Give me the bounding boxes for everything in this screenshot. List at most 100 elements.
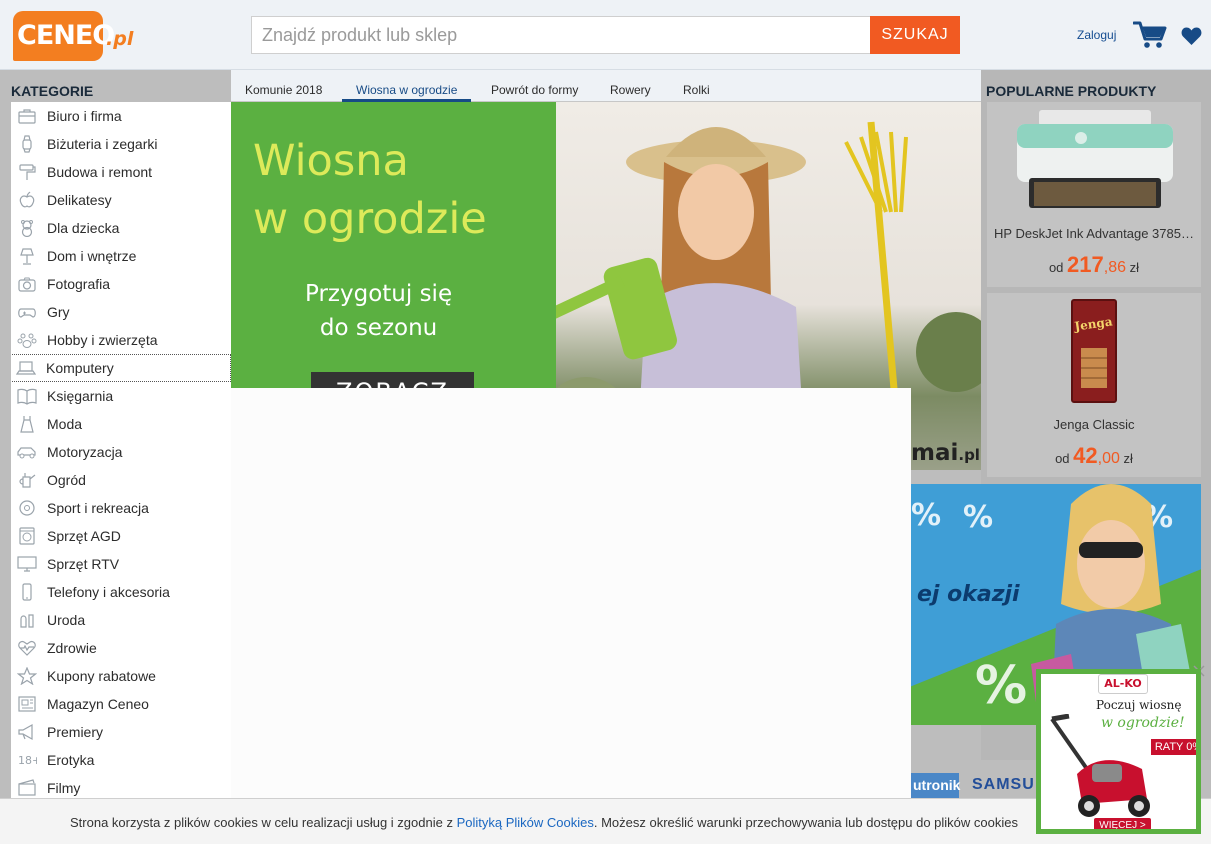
category-label: Moda	[47, 416, 83, 432]
heart-icon[interactable]	[1181, 26, 1202, 46]
alko-logo: AL-KO	[1098, 674, 1148, 694]
tab-komunie-2018[interactable]: Komunie 2018	[245, 83, 322, 102]
category-item-sport-i-rekreacja[interactable]: Sport i rekreacja	[11, 494, 231, 522]
category-label: Erotyka	[47, 752, 95, 768]
promo-text: ej okazji	[917, 582, 1020, 607]
category-item-biuro-i-firma[interactable]: Biuro i firma	[11, 102, 231, 130]
category-label: Biuro i firma	[47, 108, 122, 124]
brand-logo[interactable]: SAMSU	[972, 776, 1035, 794]
category-item-budowa-i-remont[interactable]: Budowa i remont	[11, 158, 231, 186]
briefcase-icon	[12, 107, 47, 125]
product-price: od 42,00 zł	[987, 443, 1201, 469]
tab-rowery[interactable]: Rowery	[610, 83, 651, 102]
percent-mark: %	[911, 498, 942, 533]
alko-headline: Poczuj wiosnę	[1096, 698, 1182, 712]
category-item-moda[interactable]: Moda	[11, 410, 231, 438]
watering-can-icon	[12, 471, 47, 489]
price-currency: zł	[1129, 260, 1140, 275]
category-item-magazyn-ceneo[interactable]: Magazyn Ceneo	[11, 690, 231, 718]
hero-brand: mai	[911, 440, 959, 466]
cookie-bar: Strona korzysta z plików cookies w celu …	[0, 798, 1211, 844]
price-integer: 217	[1067, 252, 1104, 277]
brand-logo[interactable]: utronik	[911, 773, 960, 798]
washing-machine-icon	[12, 527, 47, 545]
category-label: Hobby i zwierzęta	[47, 332, 158, 348]
category-label: Motoryzacja	[47, 444, 123, 460]
book-icon	[12, 387, 47, 405]
hero-headline: Wiosna w ogrodzie	[253, 132, 487, 248]
hero-subline: Przygotuj się do sezonu	[305, 277, 452, 345]
adult-18-icon: 18+	[12, 751, 47, 769]
category-label: Fotografia	[47, 276, 111, 292]
cookie-policy-link[interactable]: Polityką Plików Cookies	[457, 815, 594, 830]
category-item-sprzet-rtv[interactable]: Sprzęt RTV	[11, 550, 231, 578]
login-link[interactable]: Zaloguj	[1077, 28, 1116, 42]
tv-icon	[12, 555, 47, 573]
ball-icon	[12, 499, 47, 517]
category-label: Gry	[47, 304, 70, 320]
product-name[interactable]: HP DeskJet Ink Advantage 3785…	[992, 226, 1196, 241]
category-item-komputery[interactable]: Komputery	[11, 354, 231, 382]
category-item-erotyka[interactable]: 18+ Erotyka	[11, 746, 231, 774]
promo-tabs: Komunie 2018 Wiosna w ogrodzie Powrót do…	[231, 70, 981, 102]
category-item-sprzet-agd[interactable]: Sprzęt AGD	[11, 522, 231, 550]
hero-sub-2: do sezonu	[319, 315, 438, 341]
category-item-kupony-rabatowe[interactable]: Kupony rabatowe	[11, 662, 231, 690]
percent-mark: %	[975, 656, 1028, 716]
category-item-gry[interactable]: Gry	[11, 298, 231, 326]
category-label: Dom i wnętrze	[47, 248, 137, 264]
hero-sub-1: Przygotuj się	[305, 281, 453, 307]
category-item-ogrod[interactable]: Ogród	[11, 466, 231, 494]
category-item-hobby-i-zwierzeta[interactable]: Hobby i zwierzęta	[11, 326, 231, 354]
price-currency: zł	[1123, 451, 1133, 466]
category-label: Ogród	[47, 472, 86, 488]
alko-ad[interactable]: AL-KO Poczuj wiosnę w ogrodzie! RATY 0% …	[1036, 669, 1201, 834]
category-label: Zdrowie	[47, 640, 97, 656]
hero-headline-1: Wiosna	[253, 136, 409, 186]
cookie-text: Strona korzysta z plików cookies w celu …	[70, 815, 1018, 830]
category-item-telefony-i-akcesoria[interactable]: Telefony i akcesoria	[11, 578, 231, 606]
category-item-zdrowie[interactable]: Zdrowie	[11, 634, 231, 662]
alko-more-button[interactable]: WIĘCEJ >	[1094, 818, 1151, 829]
dress-icon	[12, 415, 47, 433]
search-input[interactable]	[251, 16, 871, 54]
logo-text: CENEO	[17, 20, 115, 51]
price-integer: 42	[1073, 443, 1098, 468]
printer-image	[1017, 110, 1173, 208]
category-item-bizuteria-i-zegarki[interactable]: Biżuteria i zegarki	[11, 130, 231, 158]
categories-title: KATEGORIE	[11, 83, 94, 99]
newspaper-icon	[12, 695, 47, 713]
category-label: Dla dziecka	[47, 220, 120, 236]
category-item-premiery[interactable]: Premiery	[11, 718, 231, 746]
search-button[interactable]: SZUKAJ	[870, 16, 960, 54]
ceneo-logo[interactable]: CENEO .pl	[13, 11, 133, 63]
category-item-motoryzacja[interactable]: Motoryzacja	[11, 438, 231, 466]
category-label: Delikatesy	[47, 192, 112, 208]
category-item-fotografia[interactable]: Fotografia	[11, 270, 231, 298]
category-item-ksiegarnia[interactable]: Księgarnia	[11, 382, 231, 410]
header: CENEO .pl SZUKAJ Zaloguj	[0, 0, 1211, 70]
categories-panel: KATEGORIE Biuro i firma Biżuteria i zegar…	[0, 70, 231, 798]
category-label: Premiery	[47, 724, 104, 740]
category-item-dom-i-wnetrze[interactable]: Dom i wnętrze	[11, 242, 231, 270]
gamepad-icon	[12, 303, 47, 321]
tab-powrot-do-formy[interactable]: Powrót do formy	[491, 83, 578, 102]
cart-icon[interactable]	[1133, 20, 1167, 50]
product-card-hp-deskjet[interactable]: HP DeskJet Ink Advantage 3785… od 217,86…	[987, 102, 1201, 287]
logo-suffix: .pl	[106, 28, 134, 50]
product-name[interactable]: Jenga Classic	[992, 417, 1196, 432]
blank-overlay-panel	[231, 388, 911, 798]
camera-icon	[12, 275, 47, 293]
percent-mark: %	[963, 500, 994, 535]
heartbeat-icon	[12, 639, 47, 657]
tab-wiosna-w-ogrodzie[interactable]: Wiosna w ogrodzie	[342, 83, 472, 102]
alko-installments-badge: RATY 0%	[1151, 739, 1196, 755]
cookie-text-before: Strona korzysta z plików cookies w celu …	[70, 815, 457, 830]
tab-rolki[interactable]: Rolki	[683, 83, 710, 102]
category-item-dla-dziecka[interactable]: Dla dziecka	[11, 214, 231, 242]
category-item-delikatesy[interactable]: Delikatesy	[11, 186, 231, 214]
category-item-filmy[interactable]: Filmy	[11, 774, 231, 798]
category-item-uroda[interactable]: Uroda	[11, 606, 231, 634]
watch-icon	[12, 135, 47, 153]
product-card-jenga[interactable]: Jenga Jenga Classic od 42,00 zł	[987, 293, 1201, 477]
